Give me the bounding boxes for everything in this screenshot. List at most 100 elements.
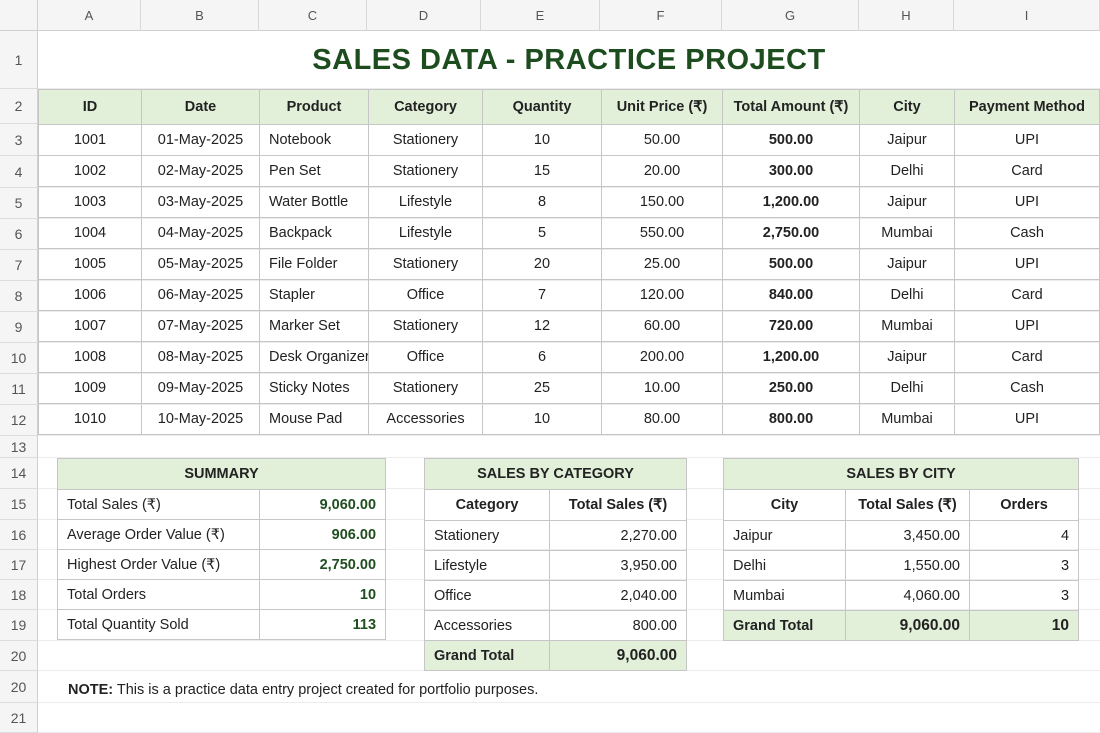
column-header-b[interactable]: B bbox=[141, 0, 259, 31]
table-cell[interactable]: 04-May-2025 bbox=[141, 217, 260, 249]
table-cell[interactable]: Water Bottle bbox=[259, 186, 369, 218]
table-cell[interactable]: 1,200.00 bbox=[722, 186, 860, 218]
category-name[interactable]: Lifestyle bbox=[424, 550, 550, 581]
category-grand-total-label[interactable]: Grand Total bbox=[424, 640, 550, 671]
table-cell[interactable]: 25.00 bbox=[601, 248, 723, 280]
city-col-header[interactable]: City bbox=[723, 489, 846, 521]
category-grand-total-value[interactable]: 9,060.00 bbox=[549, 640, 687, 671]
table-cell[interactable]: 720.00 bbox=[722, 310, 860, 342]
summary-value[interactable]: 9,060.00 bbox=[258, 489, 387, 520]
table-cell[interactable]: 07-May-2025 bbox=[141, 310, 260, 342]
table-cell[interactable]: 15 bbox=[482, 155, 602, 187]
table-cell[interactable]: 120.00 bbox=[601, 279, 723, 311]
table-cell[interactable]: Desk Organizer bbox=[259, 341, 369, 373]
table-cell[interactable]: Mouse Pad bbox=[259, 403, 369, 435]
table-cell[interactable]: Mumbai bbox=[859, 310, 955, 342]
category-name[interactable]: Stationery bbox=[424, 520, 550, 551]
table-cell[interactable]: UPI bbox=[954, 186, 1100, 218]
city-name[interactable]: Delhi bbox=[723, 550, 846, 581]
row-header[interactable]: 12 bbox=[0, 405, 38, 436]
row-header[interactable]: 6 bbox=[0, 219, 38, 250]
table-cell[interactable]: 840.00 bbox=[722, 279, 860, 311]
sales-col-header[interactable]: City bbox=[859, 89, 955, 125]
sales-col-header[interactable]: Product bbox=[259, 89, 369, 125]
summary-label[interactable]: Total Sales (₹) bbox=[57, 489, 260, 520]
select-all-corner[interactable] bbox=[0, 0, 38, 31]
row-header[interactable]: 3 bbox=[0, 124, 38, 156]
sales-col-header[interactable]: Quantity bbox=[482, 89, 602, 125]
table-cell[interactable]: Stapler bbox=[259, 279, 369, 311]
city-grand-total-value[interactable]: 9,060.00 bbox=[845, 610, 970, 641]
table-cell[interactable]: 800.00 bbox=[722, 403, 860, 435]
table-cell[interactable]: 02-May-2025 bbox=[141, 155, 260, 187]
table-cell[interactable]: UPI bbox=[954, 248, 1100, 280]
city-grand-total-label[interactable]: Grand Total bbox=[723, 610, 846, 641]
category-name[interactable]: Office bbox=[424, 580, 550, 611]
table-cell[interactable]: 1008 bbox=[38, 341, 142, 373]
row-header[interactable]: 1 bbox=[0, 31, 38, 89]
row-header[interactable]: 19 bbox=[0, 610, 38, 641]
city-orders[interactable]: 3 bbox=[968, 580, 1080, 611]
table-cell[interactable]: 5 bbox=[482, 217, 602, 249]
table-cell[interactable]: 1010 bbox=[38, 403, 142, 435]
category-title[interactable]: SALES BY CATEGORY bbox=[424, 458, 687, 490]
table-cell[interactable]: Jaipur bbox=[859, 186, 955, 218]
table-cell[interactable]: 60.00 bbox=[601, 310, 723, 342]
table-cell[interactable]: 2,750.00 bbox=[722, 217, 860, 249]
city-orders[interactable]: 4 bbox=[968, 520, 1080, 551]
table-cell[interactable]: 50.00 bbox=[601, 124, 723, 156]
table-cell[interactable]: 300.00 bbox=[722, 155, 860, 187]
summary-title[interactable]: SUMMARY bbox=[56, 458, 387, 490]
table-cell[interactable]: UPI bbox=[954, 310, 1100, 342]
table-cell[interactable]: 500.00 bbox=[722, 248, 860, 280]
table-cell[interactable]: Jaipur bbox=[859, 124, 955, 156]
column-header-h[interactable]: H bbox=[859, 0, 954, 31]
row-header[interactable]: 5 bbox=[0, 188, 38, 219]
city-name[interactable]: Jaipur bbox=[723, 520, 846, 551]
city-sales[interactable]: 1,550.00 bbox=[845, 550, 970, 581]
table-cell[interactable]: Pen Set bbox=[259, 155, 369, 187]
city-grand-total-orders[interactable]: 10 bbox=[968, 610, 1080, 641]
category-sales[interactable]: 2,270.00 bbox=[549, 520, 687, 551]
table-cell[interactable]: Lifestyle bbox=[368, 217, 483, 249]
table-cell[interactable]: Mumbai bbox=[859, 217, 955, 249]
city-title[interactable]: SALES BY CITY bbox=[722, 458, 1080, 490]
table-cell[interactable]: 1,200.00 bbox=[722, 341, 860, 373]
column-header-e[interactable]: E bbox=[481, 0, 600, 31]
sales-col-header[interactable]: Category bbox=[368, 89, 483, 125]
row-header[interactable]: 17 bbox=[0, 550, 38, 580]
table-cell[interactable]: Jaipur bbox=[859, 248, 955, 280]
table-cell[interactable]: 1009 bbox=[38, 372, 142, 404]
table-cell[interactable]: Delhi bbox=[859, 279, 955, 311]
table-cell[interactable]: Accessories bbox=[368, 403, 483, 435]
summary-label[interactable]: Total Quantity Sold bbox=[57, 609, 260, 640]
table-cell[interactable]: Mumbai bbox=[859, 403, 955, 435]
row-header[interactable]: 14 bbox=[0, 458, 38, 489]
sheet-title[interactable]: SALES DATA - PRACTICE PROJECT bbox=[38, 31, 1100, 89]
row-header[interactable]: 18 bbox=[0, 580, 38, 610]
table-cell[interactable]: Sticky Notes bbox=[259, 372, 369, 404]
table-cell[interactable]: 1002 bbox=[38, 155, 142, 187]
summary-label[interactable]: Total Orders bbox=[57, 579, 260, 610]
table-cell[interactable]: Stationery bbox=[368, 124, 483, 156]
city-sales[interactable]: 4,060.00 bbox=[845, 580, 970, 611]
table-cell[interactable]: 8 bbox=[482, 186, 602, 218]
table-cell[interactable]: Stationery bbox=[368, 155, 483, 187]
column-header-g[interactable]: G bbox=[722, 0, 859, 31]
table-cell[interactable]: UPI bbox=[954, 124, 1100, 156]
row-header[interactable]: 2 bbox=[0, 89, 38, 124]
table-cell[interactable]: Office bbox=[368, 341, 483, 373]
city-sales[interactable]: 3,450.00 bbox=[845, 520, 970, 551]
category-sales[interactable]: 3,950.00 bbox=[549, 550, 687, 581]
table-cell[interactable]: Card bbox=[954, 341, 1100, 373]
row-header[interactable]: 11 bbox=[0, 374, 38, 405]
table-cell[interactable]: 10-May-2025 bbox=[141, 403, 260, 435]
category-sales[interactable]: 2,040.00 bbox=[549, 580, 687, 611]
table-cell[interactable]: 200.00 bbox=[601, 341, 723, 373]
table-cell[interactable]: Card bbox=[954, 155, 1100, 187]
sales-col-header[interactable]: Total Amount (₹) bbox=[722, 89, 860, 125]
row-header[interactable]: 15 bbox=[0, 489, 38, 520]
column-header-i[interactable]: I bbox=[954, 0, 1100, 31]
note-text[interactable]: NOTE: This is a practice data entry proj… bbox=[68, 682, 538, 698]
table-cell[interactable]: 05-May-2025 bbox=[141, 248, 260, 280]
